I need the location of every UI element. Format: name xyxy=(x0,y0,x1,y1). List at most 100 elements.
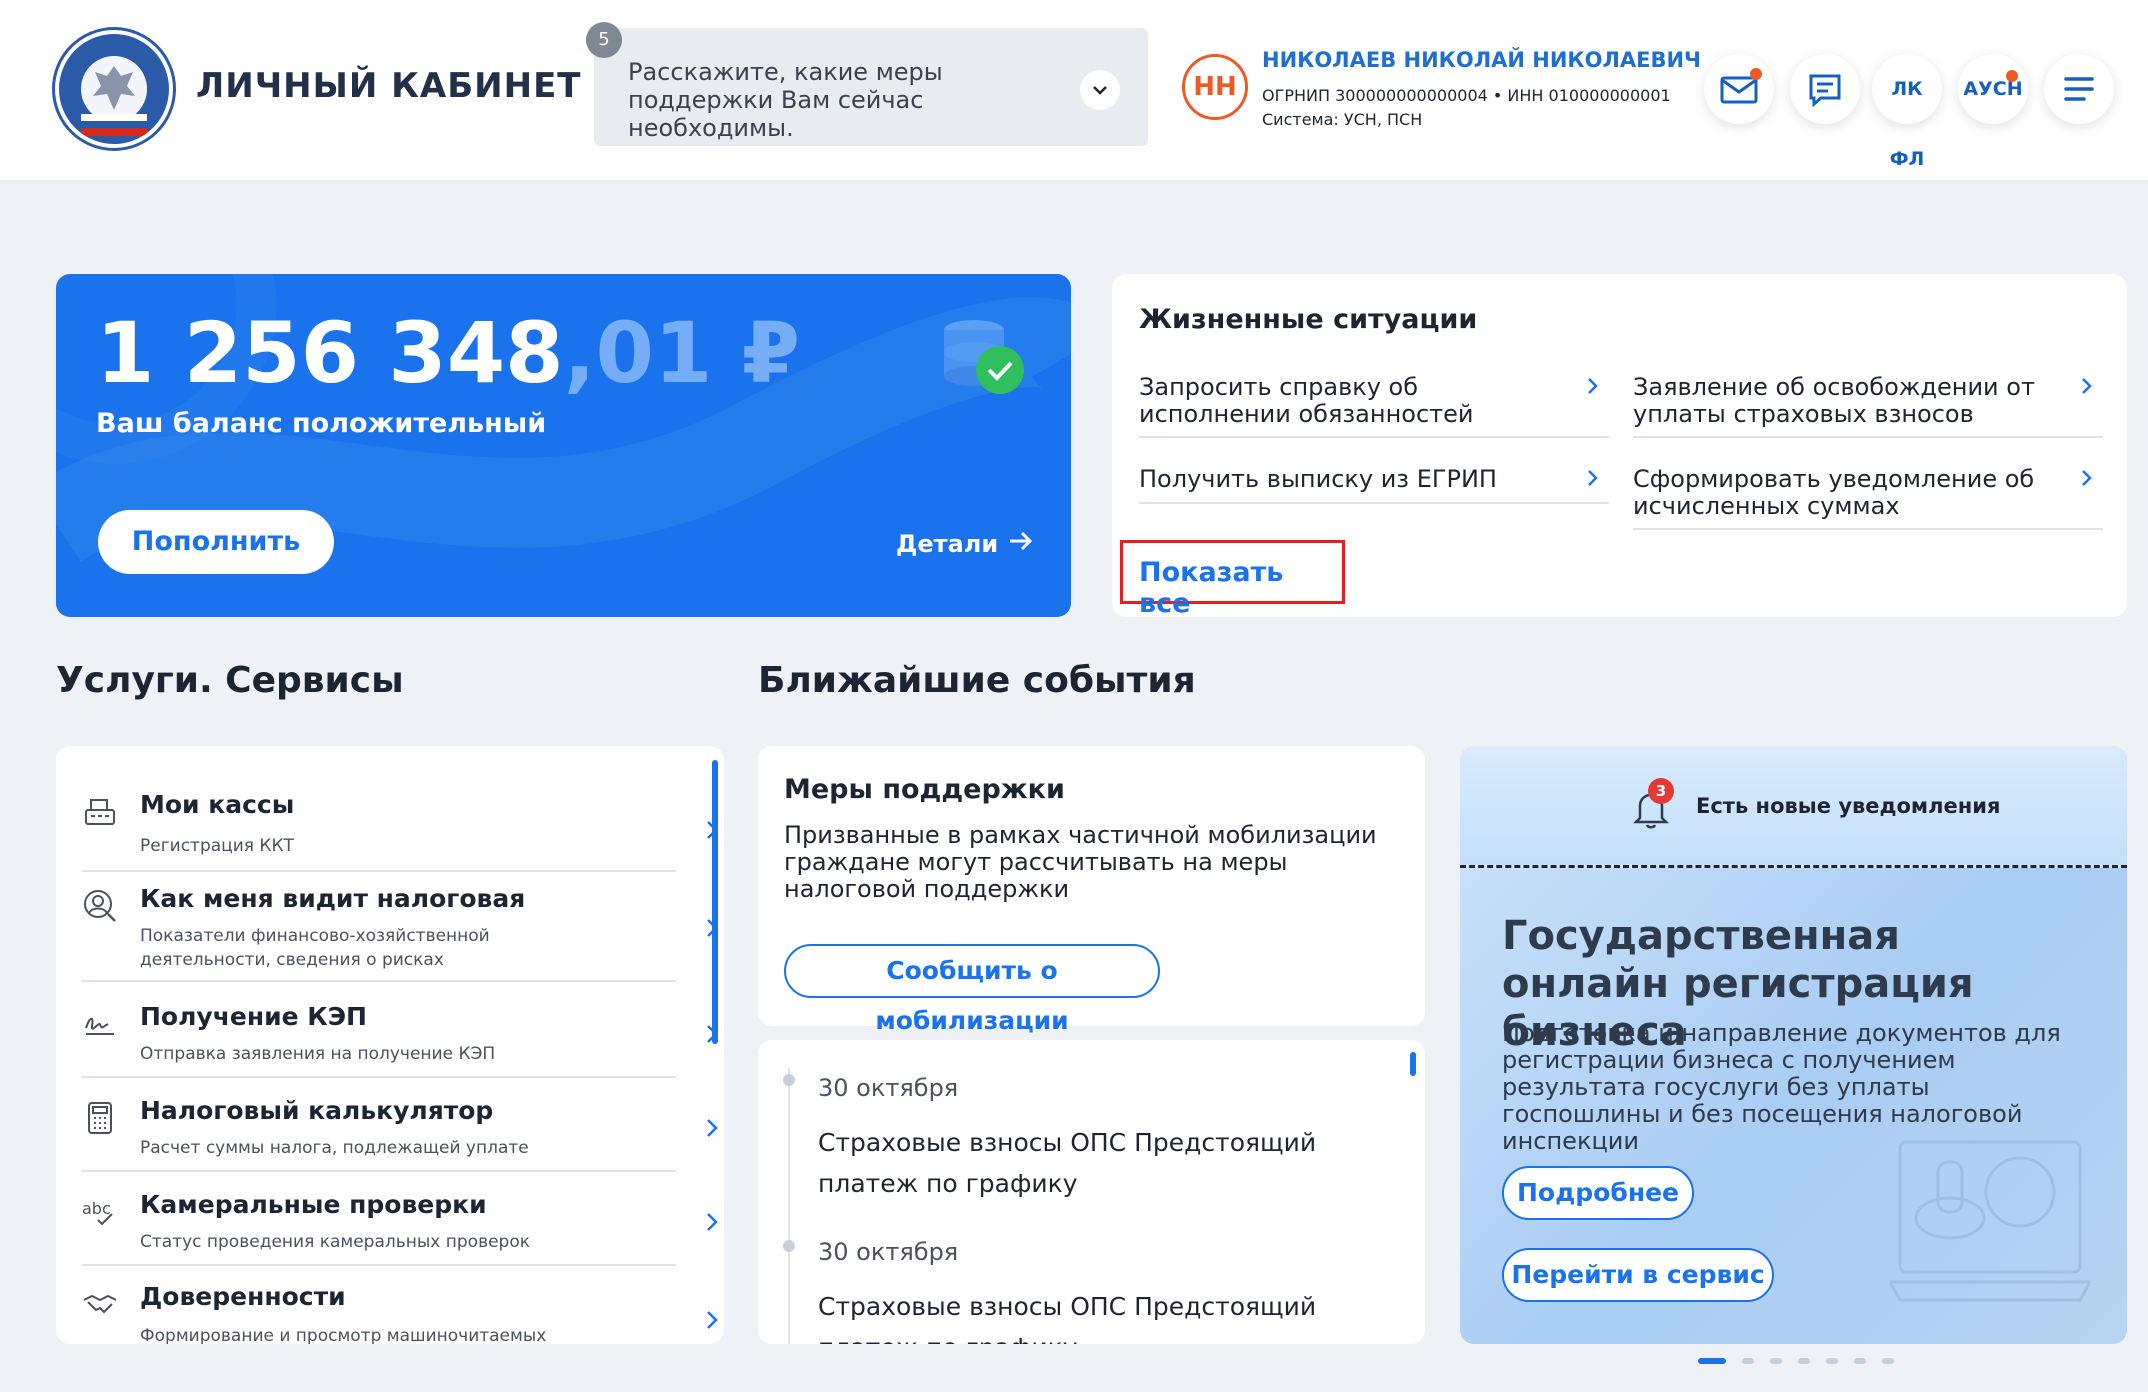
event-text[interactable]: Страховые взносы ОПС Предстоящий платеж … xyxy=(818,1122,1378,1204)
service-item-tax-view[interactable]: Как меня видит налоговая Показатели фина… xyxy=(82,884,718,982)
promo-carousel-card: 3 Есть новые уведомления Государственная… xyxy=(1460,746,2127,1344)
chat-icon[interactable] xyxy=(1790,54,1860,124)
life-item-label: Получить выписку из ЕГРИП xyxy=(1139,465,1497,493)
service-item-kep[interactable]: Получение КЭП Отправка заявления на полу… xyxy=(82,1002,718,1078)
life-item-insurance-exemption[interactable]: Заявление об освобождении от уплаты стра… xyxy=(1633,374,2103,438)
ausn-button[interactable]: АУСН xyxy=(1958,54,2028,124)
user-search-icon xyxy=(84,890,116,922)
timeline-line xyxy=(788,1068,790,1344)
life-item-certificate[interactable]: Запросить справку об исполнении обязанно… xyxy=(1139,374,1609,438)
life-item-label: Запросить справку об исполнении обязанно… xyxy=(1139,373,1474,428)
timeline-dot xyxy=(783,1240,795,1252)
carousel-dot[interactable] xyxy=(1854,1358,1866,1364)
life-item-tax-notice[interactable]: Сформировать уведомление об исчисленных … xyxy=(1633,466,2103,530)
survey-step-badge: 5 xyxy=(586,22,622,58)
carousel-dot[interactable] xyxy=(1742,1358,1754,1364)
mail-unread-dot xyxy=(1750,68,1762,80)
more-button[interactable]: Подробнее xyxy=(1502,1166,1694,1220)
service-title: Камеральные проверки xyxy=(140,1190,487,1219)
service-item-calculator[interactable]: Налоговый калькулятор Расчет суммы налог… xyxy=(82,1096,718,1172)
eagle-emblem-icon xyxy=(81,56,147,122)
service-title: Налоговый калькулятор xyxy=(140,1096,494,1125)
carousel-dot[interactable] xyxy=(1882,1358,1894,1364)
details-link[interactable]: Детали xyxy=(896,530,998,558)
services-list: Мои кассы Регистрация ККТ Как меня видит… xyxy=(56,746,724,1344)
life-item-egrip-extract[interactable]: Получить выписку из ЕГРИП xyxy=(1139,466,1609,504)
chevron-right-icon xyxy=(707,1213,718,1231)
chevron-right-icon xyxy=(707,821,718,839)
events-scrollbar[interactable] xyxy=(1410,1052,1416,1076)
service-item-desk-audits[interactable]: abc Камеральные проверки Статус проведен… xyxy=(82,1190,718,1266)
chevron-right-icon xyxy=(707,1311,718,1329)
carousel-dot[interactable] xyxy=(1770,1358,1782,1364)
balance-card: 1 256 348,01 ₽ Ваш баланс положительный … xyxy=(56,274,1071,617)
show-all-link[interactable]: Показать все xyxy=(1120,540,1345,619)
chevron-right-icon xyxy=(707,1119,718,1137)
header: ЛИЧНЫЙ КАБИНЕТ ИП Расскажите, какие меры… xyxy=(0,0,2148,180)
fns-logo[interactable] xyxy=(55,30,173,148)
balance-status: Ваш баланс положительный xyxy=(96,408,547,439)
support-title: Меры поддержки xyxy=(784,774,1065,805)
timeline-dot xyxy=(783,1074,795,1086)
balance-amount: 1 256 348,01 ₽ xyxy=(96,304,800,402)
chevron-down-icon[interactable] xyxy=(1080,70,1120,110)
coins-check-icon xyxy=(944,320,1024,394)
chevron-right-icon xyxy=(2082,378,2092,394)
survey-text: Расскажите, какие меры поддержки Вам сей… xyxy=(628,58,943,142)
promo-text: Подготовка и направление документов для … xyxy=(1502,1019,2061,1155)
chevron-right-icon xyxy=(1588,378,1598,394)
spellcheck-icon: abc xyxy=(82,1199,113,1226)
menu-icon[interactable] xyxy=(2044,54,2114,124)
arrow-right-icon[interactable] xyxy=(1006,526,1036,556)
chevron-right-icon xyxy=(1588,470,1598,486)
carousel-dot[interactable] xyxy=(1698,1358,1726,1364)
event-date: 30 октября xyxy=(818,1238,959,1266)
event-text[interactable]: Страховые взносы ОПС Предстоящий платеж … xyxy=(818,1286,1378,1344)
ausn-unread-dot xyxy=(2006,70,2018,82)
services-section-title: Услуги. Сервисы xyxy=(56,660,404,701)
user-tax-system: Система: УСН, ПСН xyxy=(1262,110,1423,129)
user-name[interactable]: НИКОЛАЕВ НИКОЛАЙ НИКОЛАЕВИЧ xyxy=(1262,48,1701,72)
events-section-title: Ближайшие события xyxy=(758,660,1196,701)
life-item-label: Сформировать уведомление об исчисленных … xyxy=(1633,465,2035,520)
support-survey-dropdown[interactable]: Расскажите, какие меры поддержки Вам сей… xyxy=(594,28,1148,146)
service-subtitle: Расчет суммы налога, подлежащей уплате xyxy=(140,1138,529,1158)
services-scrollbar[interactable] xyxy=(712,760,718,1044)
notification-count-badge: 3 xyxy=(1648,778,1674,804)
signature-icon xyxy=(85,1017,114,1035)
carousel-dot[interactable] xyxy=(1798,1358,1810,1364)
support-text: Призванные в рамках частичной мобилизаци… xyxy=(784,821,1377,903)
service-subtitle: Формирование и просмотр машиночитаемых xyxy=(140,1326,547,1344)
lk-fl-button[interactable]: ЛК ФЛ xyxy=(1872,54,1942,170)
service-item-kassy[interactable]: Мои кассы Регистрация ККТ xyxy=(82,790,718,872)
laptop-stamp-illustration xyxy=(1890,1140,2090,1302)
notifications-text: Есть новые уведомления xyxy=(1696,794,2001,818)
app-title: ЛИЧНЫЙ КАБИНЕТ ИП xyxy=(196,66,654,106)
topup-button[interactable]: Пополнить xyxy=(98,510,334,574)
carousel-dot[interactable] xyxy=(1826,1358,1838,1364)
service-title: Как меня видит налоговая xyxy=(140,884,526,913)
chevron-right-icon xyxy=(2082,470,2092,486)
mail-icon[interactable] xyxy=(1704,54,1774,124)
balance-rubles: 1 256 348 xyxy=(96,304,564,402)
report-mobilization-button[interactable]: Сообщить о мобилизации xyxy=(784,944,1160,1035)
handshake-icon xyxy=(83,1294,117,1314)
service-subtitle: Отправка заявления на получение КЭП xyxy=(140,1044,496,1064)
svg-text:abc: abc xyxy=(82,1199,111,1218)
cash-register-icon xyxy=(85,799,115,825)
notifications-banner[interactable]: 3 Есть новые уведомления xyxy=(1460,746,2127,868)
life-situations-card: Жизненные ситуации Запросить справку об … xyxy=(1112,274,2127,619)
service-item-poa[interactable]: Доверенности Формирование и просмотр маш… xyxy=(82,1282,718,1344)
event-date: 30 октября xyxy=(818,1074,959,1102)
service-subtitle: Статус проведения камеральных проверок xyxy=(140,1232,531,1252)
go-to-service-button[interactable]: Перейти в сервис xyxy=(1502,1248,1774,1302)
support-measures-card: Меры поддержки Призванные в рамках части… xyxy=(758,746,1425,1035)
service-title: Доверенности xyxy=(140,1282,346,1311)
life-item-label: Заявление об освобождении от уплаты стра… xyxy=(1633,373,2035,428)
service-title: Получение КЭП xyxy=(140,1002,367,1031)
calculator-icon xyxy=(88,1102,112,1134)
chevron-right-icon xyxy=(707,919,718,937)
avatar[interactable]: НН xyxy=(1182,54,1248,120)
balance-kopecks: ,01 ₽ xyxy=(563,304,801,402)
chevron-right-icon xyxy=(707,1025,718,1043)
